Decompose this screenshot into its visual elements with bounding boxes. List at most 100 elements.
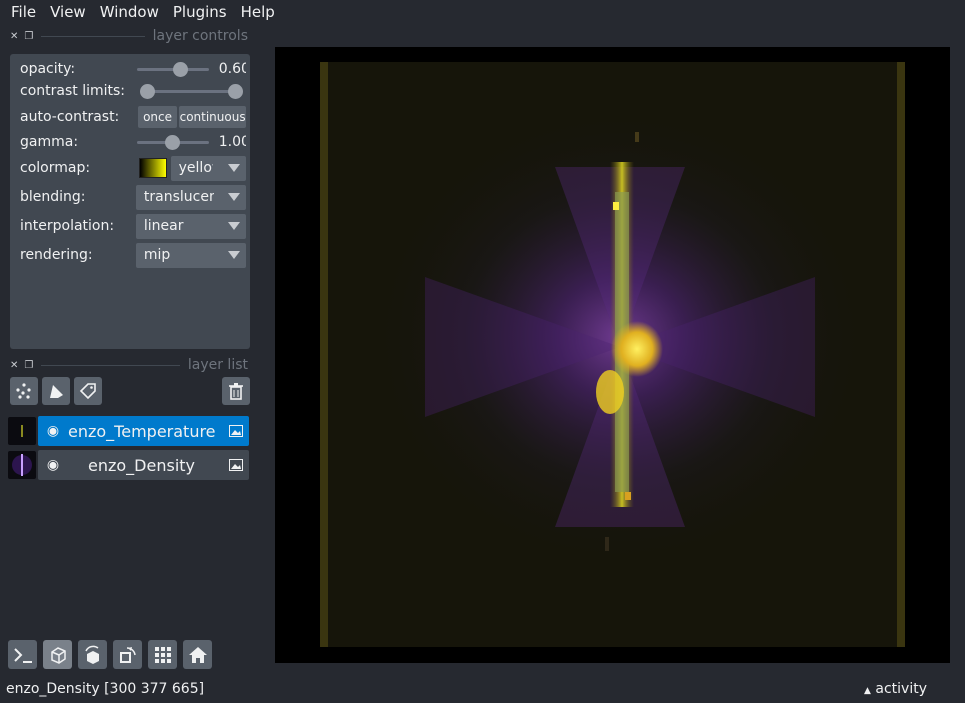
volume-edge-left <box>320 62 328 647</box>
ndisplay-button[interactable] <box>43 640 72 669</box>
colormap-swatch <box>138 158 167 178</box>
opacity-slider[interactable] <box>136 60 209 78</box>
opacity-row: opacity: 0.60 <box>20 57 246 81</box>
chevron-down-icon <box>228 192 240 201</box>
menu-view[interactable]: View <box>43 0 93 24</box>
eye-icon[interactable]: ◉ <box>38 423 68 439</box>
layer-controls-header: ✕ ❐ layer controls <box>10 26 248 46</box>
temperature-hotspot <box>611 321 663 377</box>
contrast-limits-row: contrast limits: <box>20 79 246 103</box>
gamma-row: gamma: 1.00 <box>20 130 246 154</box>
temperature-voxel <box>635 132 639 142</box>
interpolation-row: interpolation: linear <box>20 213 246 239</box>
header-divider <box>41 35 145 37</box>
chevron-down-icon <box>228 250 240 259</box>
trash-icon <box>229 383 243 400</box>
interpolation-label: interpolation: <box>20 218 115 234</box>
auto-contrast-label: auto-contrast: <box>20 109 120 125</box>
menu-window[interactable]: Window <box>93 0 166 24</box>
layer-name[interactable]: enzo_Density <box>68 456 223 475</box>
viewer-canvas[interactable] <box>275 47 950 663</box>
layer-buttons <box>10 377 102 405</box>
rendering-dropdown[interactable]: mip <box>135 242 246 268</box>
contrast-high-handle[interactable] <box>228 84 243 99</box>
blending-value: translucent <box>143 189 214 205</box>
auto-contrast-once-button[interactable]: once <box>137 106 178 128</box>
image-icon <box>223 459 249 471</box>
menu-file[interactable]: File <box>4 0 43 24</box>
interpolation-value: linear <box>143 218 184 234</box>
header-divider <box>41 364 180 366</box>
opacity-label: opacity: <box>20 61 76 77</box>
gamma-slider-handle[interactable] <box>164 135 180 150</box>
colormap-row: colormap: yellow <box>20 155 246 181</box>
temperature-hotspot <box>596 370 624 414</box>
layer-list-title: layer list <box>187 357 248 373</box>
layer-item-body[interactable]: ◉ enzo_Density <box>38 450 249 480</box>
float-dock-icon[interactable]: ❐ <box>24 31 33 42</box>
home-button[interactable] <box>183 640 212 669</box>
temperature-voxel <box>625 492 631 500</box>
status-text: enzo_Density [300 377 665] <box>6 681 205 697</box>
layer-thumbnail <box>8 417 36 445</box>
transpose-button[interactable] <box>113 640 142 669</box>
activity-label: activity <box>875 681 927 697</box>
float-dock-icon[interactable]: ❐ <box>24 360 33 371</box>
grid-icon <box>154 646 171 663</box>
roll-dims-button[interactable] <box>78 640 107 669</box>
layer-name[interactable]: enzo_Temperature <box>68 422 223 441</box>
volume-edge-right <box>897 62 905 647</box>
rendering-row: rendering: mip <box>20 242 246 268</box>
layer-row-density[interactable]: ◉ enzo_Density <box>8 450 249 480</box>
close-dock-icon[interactable]: ✕ <box>10 360 18 371</box>
colormap-label: colormap: <box>20 160 91 176</box>
activity-button[interactable]: ▲ activity <box>864 681 927 697</box>
auto-contrast-continuous-button[interactable]: continuous <box>179 106 246 128</box>
opacity-value[interactable]: 0.60 <box>219 61 246 77</box>
eye-icon[interactable]: ◉ <box>38 457 68 473</box>
caret-up-icon: ▲ <box>864 686 871 696</box>
shapes-icon <box>50 385 63 398</box>
console-icon <box>13 647 32 663</box>
gamma-label: gamma: <box>20 134 79 150</box>
layer-thumbnail <box>8 451 36 479</box>
grid-view-button[interactable] <box>148 640 177 669</box>
viewer-buttons <box>8 640 212 669</box>
cube-3d-icon <box>50 646 66 664</box>
contrast-low-handle[interactable] <box>140 84 155 99</box>
transpose-icon <box>119 646 136 663</box>
contrast-limits-label: contrast limits: <box>20 83 125 99</box>
new-shapes-layer-button[interactable] <box>42 377 70 405</box>
interpolation-dropdown[interactable]: linear <box>135 213 246 239</box>
gamma-value[interactable]: 1.00 <box>219 134 246 150</box>
new-labels-layer-button[interactable] <box>74 377 102 405</box>
label-tag-icon <box>79 383 96 400</box>
image-icon <box>223 425 249 437</box>
menu-help[interactable]: Help <box>234 0 282 24</box>
layer-list-header: ✕ ❐ layer list <box>10 355 248 375</box>
volume-render[interactable] <box>275 47 950 663</box>
gamma-slider[interactable] <box>136 133 209 151</box>
blending-label: blending: <box>20 189 86 205</box>
auto-contrast-row: auto-contrast: once continuous <box>20 105 246 129</box>
roll-icon <box>84 645 99 664</box>
contrast-limits-slider[interactable] <box>140 82 244 100</box>
menu-bar: File View Window Plugins Help <box>0 0 965 24</box>
opacity-slider-handle[interactable] <box>172 62 188 77</box>
menu-plugins[interactable]: Plugins <box>166 0 234 24</box>
console-button[interactable] <box>8 640 37 669</box>
blending-dropdown[interactable]: translucent <box>135 184 246 210</box>
layer-item-body[interactable]: ◉ enzo_Temperature <box>38 416 249 446</box>
layer-row-temperature[interactable]: ◉ enzo_Temperature <box>8 416 249 446</box>
rendering-label: rendering: <box>20 247 93 263</box>
delete-layer-button[interactable] <box>222 377 250 405</box>
points-icon <box>16 383 31 399</box>
new-points-layer-button[interactable] <box>10 377 38 405</box>
layer-controls-title: layer controls <box>152 28 248 44</box>
temperature-voxel <box>613 202 619 210</box>
colormap-value: yellow <box>178 160 213 176</box>
home-icon <box>188 646 207 663</box>
colormap-dropdown[interactable]: yellow <box>170 155 246 181</box>
blending-row: blending: translucent <box>20 184 246 210</box>
close-dock-icon[interactable]: ✕ <box>10 31 18 42</box>
